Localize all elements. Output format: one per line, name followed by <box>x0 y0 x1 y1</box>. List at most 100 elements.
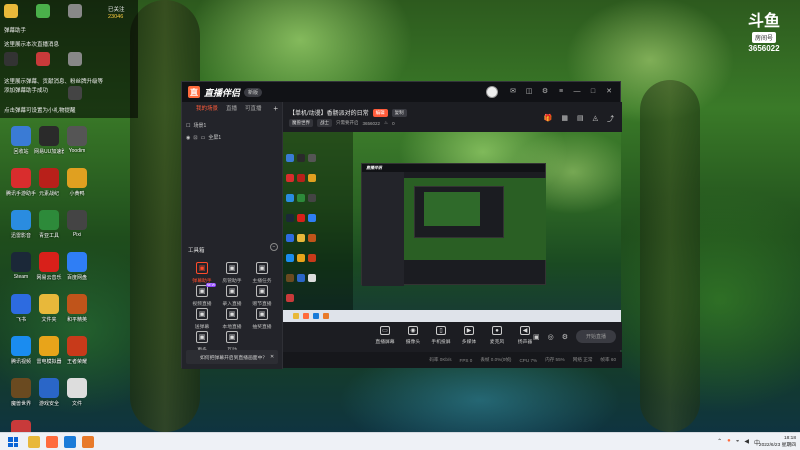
desktop-icon-label: 百度网盘 <box>66 275 87 281</box>
desktop-icon[interactable]: 王者荣耀 <box>62 336 92 365</box>
desktop-icon[interactable]: 文件夹 <box>34 294 64 323</box>
tab-live[interactable]: 直播 <box>226 104 237 112</box>
tool-danmaku[interactable]: ▣ 弹幕助手 <box>188 262 216 284</box>
tab-my-scenes[interactable]: 我的场景 <box>196 104 218 112</box>
file-explorer-icon[interactable] <box>28 436 40 448</box>
layers-icon[interactable]: ▤ <box>577 114 584 124</box>
desktop-icon[interactable]: Yoodim <box>62 126 92 154</box>
wow-icon <box>11 378 31 398</box>
close-icon[interactable]: ✕ <box>604 87 614 97</box>
chevron-up-icon[interactable]: ⌃ <box>717 438 722 447</box>
copy-tag[interactable]: 复制 <box>391 108 407 117</box>
tab-available[interactable]: 可直播 <box>245 104 262 112</box>
eye-icon[interactable]: ◉ <box>186 135 190 141</box>
scene-item[interactable]: ☐ 场景1 <box>186 122 206 130</box>
danmaku-icon: ▣ <box>196 262 208 274</box>
desktop-icon[interactable]: 青亚工具 <box>34 210 64 239</box>
gift-icon: ▣ <box>256 285 268 297</box>
desktop-icon[interactable]: 百度网盘 <box>62 252 92 281</box>
room-number: 3656022 <box>748 44 780 53</box>
settings-icon[interactable]: ⚙ <box>540 87 550 97</box>
eye-icon[interactable]: ◎ <box>548 333 554 341</box>
tool-gift[interactable]: ▣ 赠节直播 <box>248 285 276 307</box>
game-icon <box>11 168 31 188</box>
tool-label: 抽奖直播 <box>252 325 272 330</box>
desktop-icon[interactable]: 雷电模拟器 <box>34 336 64 365</box>
message-icon[interactable]: ✉ <box>508 87 518 97</box>
settings-icon[interactable]: ⚙ <box>562 333 568 341</box>
preview-recycle-bin-icon <box>286 154 294 162</box>
app-icon <box>67 210 87 230</box>
tool-send[interactable]: ▣ 送弹幕 <box>188 308 216 330</box>
desktop-icon[interactable]: Steam <box>6 252 36 280</box>
subcategory-chip[interactable]: 战士 <box>317 119 332 127</box>
category-chip[interactable]: 魔兽世界 <box>289 119 313 127</box>
tool-lottery[interactable]: ▣ 抽奖直播 <box>248 308 276 330</box>
tool-download[interactable]: ▣ 本地直播 <box>218 308 246 330</box>
avatar[interactable] <box>486 86 498 98</box>
desktop-icon[interactable]: 网易云音乐 <box>34 252 64 281</box>
volume-icon[interactable]: ◀ <box>744 438 749 447</box>
start-icon[interactable] <box>8 437 18 447</box>
edge-icon[interactable] <box>64 436 76 448</box>
start-live-button[interactable]: 开始直播 <box>575 330 616 343</box>
desktop-icon[interactable]: 腾讯手游助手 <box>6 168 36 197</box>
lock-icon[interactable]: ⊡ <box>193 135 197 141</box>
collapse-icon[interactable]: − <box>270 243 278 251</box>
desktop-icon[interactable]: 和平精英 <box>62 294 92 323</box>
desktop-icon[interactable]: 回收站 <box>6 126 36 155</box>
preview-douyu-icon <box>303 313 309 319</box>
preview-uu-icon <box>297 154 305 162</box>
share-icon[interactable]: ⤴ <box>607 114 614 124</box>
menu-icon[interactable]: ≡ <box>556 87 566 97</box>
desktop-icon[interactable]: 魔兽世界 <box>6 378 36 407</box>
desktop-icon[interactable]: 文件 <box>62 378 92 407</box>
tool-download[interactable]: ▣ 录入直播 <box>218 285 246 307</box>
desktop-icon-label: 小黄鸭 <box>69 191 85 197</box>
desktop-icon[interactable]: 网易UU加速器 <box>34 126 64 155</box>
desktop-icon[interactable]: 元素战纪 <box>34 168 64 197</box>
emulator-icon <box>39 336 59 356</box>
preview-player-icon <box>286 194 294 202</box>
record-icon[interactable]: ▣ <box>533 333 540 341</box>
desktop-icon[interactable]: 小黄鸭 <box>62 168 92 197</box>
bell-icon[interactable]: ◬ <box>593 114 598 124</box>
tool-person[interactable]: ▣ 房管助手 <box>218 262 246 284</box>
add-scene-icon[interactable]: + <box>273 104 278 113</box>
desktop-icon[interactable]: 飞书 <box>6 294 36 323</box>
gift-icon[interactable]: 🎁 <box>544 114 553 124</box>
tool-task[interactable]: ▣ 主播任务 <box>248 262 276 284</box>
title-bar[interactable]: 直 直播伴侣 新版 ✉ ◫ ⚙ ≡ — □ ✕ <box>182 82 620 102</box>
nested-preview-3 <box>424 192 480 226</box>
send-icon: ▣ <box>196 308 208 320</box>
room-hint: 只需要开启 <box>336 120 359 125</box>
desktop-icon[interactable]: 迅雷影音 <box>6 210 36 239</box>
grid-icon[interactable]: ▦ <box>561 114 568 124</box>
checkbox-icon[interactable]: ☐ <box>186 123 190 129</box>
clock-date: 2022/6/23 星期四 <box>758 443 796 448</box>
close-icon[interactable]: ✕ <box>270 355 274 360</box>
version-badge[interactable]: 新版 <box>244 87 263 97</box>
network-icon[interactable]: ◒ <box>736 438 740 447</box>
tip-notice[interactable]: 如何把弹幕开启到直播画面中？ ✕ <box>186 350 278 364</box>
shirt-icon[interactable]: ◫ <box>524 87 534 97</box>
tool-video[interactable]: ▣ 视频直播 NEW <box>188 283 216 307</box>
douyu-icon[interactable] <box>46 436 58 448</box>
app-icon[interactable] <box>82 436 94 448</box>
desktop-icon[interactable]: Pixi <box>62 210 92 238</box>
scene-item[interactable]: ◉ ⊡ ▭ 全屏1 <box>186 134 221 142</box>
room-title[interactable]: 【单机/动漫】香肠派对的日常 <box>289 108 369 117</box>
clock[interactable]: 18:18 2022/6/23 星期四 <box>759 435 796 449</box>
maximize-icon[interactable]: □ <box>588 87 598 97</box>
desktop-icon-label: 元素战纪 <box>38 191 59 197</box>
edit-tag[interactable]: 编辑 <box>372 108 388 117</box>
douyu-logo: 斗鱼 <box>747 13 780 30</box>
douyu-tray-icon[interactable]: ● <box>727 438 731 447</box>
desktop-icon[interactable]: 游戏安全 <box>34 378 64 407</box>
desktop-icon-label: 迅雷影音 <box>10 233 31 239</box>
status-item: 网络 正常 <box>572 357 593 362</box>
live-preview[interactable]: 直播伴侣 <box>283 132 621 322</box>
preview-tool-icon <box>297 194 305 202</box>
minimize-icon[interactable]: — <box>572 87 582 97</box>
desktop-icon[interactable]: 腾讯视频 <box>6 336 36 365</box>
